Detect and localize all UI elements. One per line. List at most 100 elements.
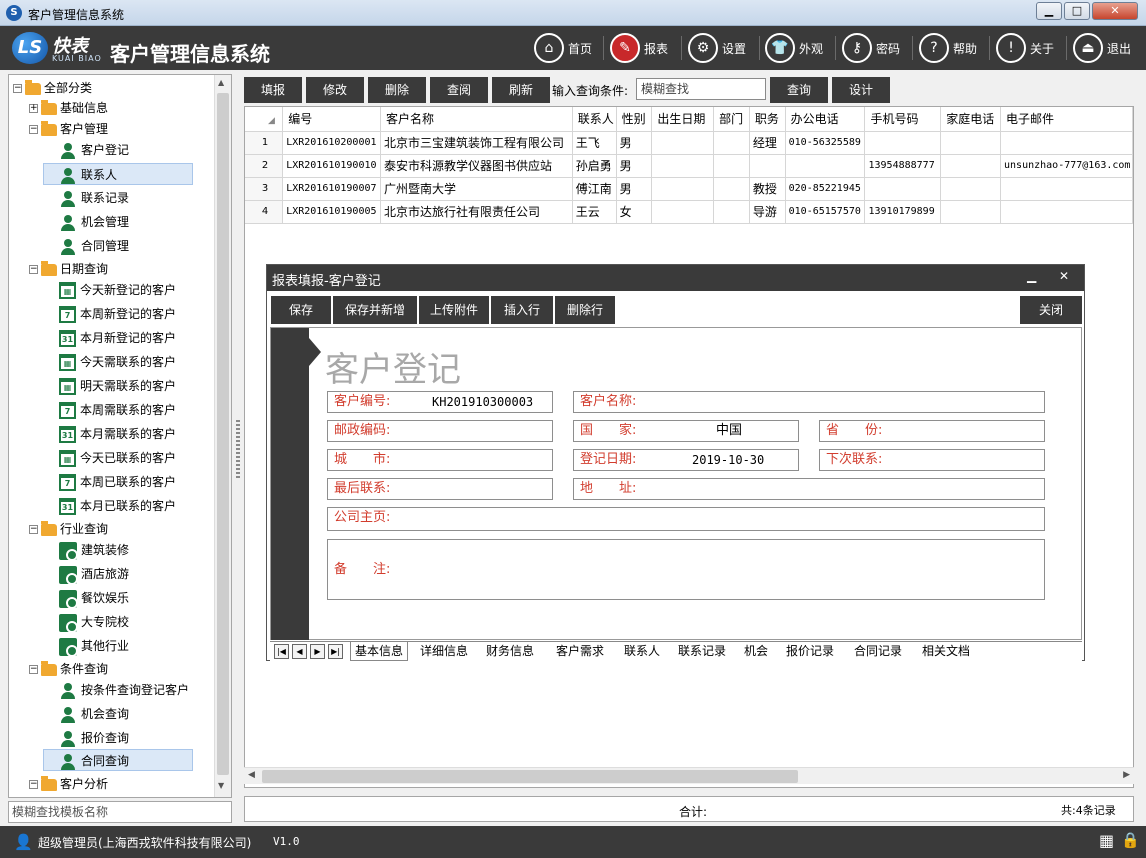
address-field[interactable]: 地 址: — [573, 478, 1045, 500]
insert-row-button[interactable]: 插入行 — [491, 296, 553, 324]
tree-date-item[interactable]: 7 本周需联系的客户 — [59, 399, 176, 421]
search-button[interactable]: 查询 — [770, 77, 828, 103]
cell[interactable]: 女 — [616, 200, 653, 224]
panel-splitter[interactable] — [236, 420, 240, 480]
tree-industry-item[interactable]: 餐饮娱乐 — [59, 587, 129, 609]
exit-button[interactable]: ⏏ 退出 — [1073, 32, 1131, 64]
country-field[interactable]: 国 家: 中国 — [573, 420, 799, 442]
postal-code-field[interactable]: 邮政编码: — [327, 420, 553, 442]
cell[interactable]: 傅江南 — [572, 177, 617, 201]
table-scroll-thumb[interactable] — [262, 770, 798, 783]
tree-customer-mgmt[interactable]: − 客户管理 — [29, 118, 108, 140]
cell[interactable]: 020-85221945 — [785, 177, 866, 201]
tree-item-customer-register[interactable]: 客户登记 — [59, 139, 129, 161]
tab-contract-records[interactable]: 合同记录 — [850, 642, 906, 661]
tree-industry-item[interactable]: 大专院校 — [59, 611, 129, 633]
template-search-input[interactable]: 模糊查找模板名称 — [8, 801, 232, 823]
cell[interactable]: 男 — [616, 177, 653, 201]
cell[interactable]: 13910179899 — [864, 200, 942, 224]
tab-basic-info[interactable]: 基本信息 — [350, 642, 409, 661]
tree-condition-item[interactable]: 机会查询 — [59, 703, 129, 725]
tree-date-item[interactable]: 31 本月已联系的客户 — [59, 495, 176, 517]
tree-basic-info[interactable]: + 基础信息 — [29, 97, 108, 119]
cell[interactable] — [940, 154, 1002, 178]
cell[interactable] — [713, 154, 750, 178]
column-header[interactable]: 手机号码 — [864, 107, 942, 132]
scroll-right-icon[interactable]: ▶ — [1123, 770, 1130, 780]
tree-condition-item[interactable]: 报价查询 — [59, 727, 129, 749]
tab-finance-info[interactable]: 财务信息 — [482, 642, 538, 661]
save-button[interactable]: 保存 — [271, 296, 331, 324]
dialog-close-button[interactable]: 关闭 — [1020, 296, 1082, 324]
cell[interactable]: LXR201610190005 — [282, 200, 382, 224]
cell[interactable]: 男 — [616, 154, 653, 178]
cell[interactable] — [651, 200, 715, 224]
edit-button[interactable]: 修改 — [306, 77, 364, 103]
view-button[interactable]: 查阅 — [430, 77, 488, 103]
cell[interactable]: 泰安市科源教学仪器图书供应站 — [380, 154, 573, 178]
city-field[interactable]: 城 市: — [327, 449, 553, 471]
cell[interactable]: 010-56325589 — [785, 131, 866, 155]
cell[interactable] — [1000, 177, 1133, 201]
cell[interactable] — [1000, 200, 1133, 224]
cell[interactable]: 010-65157570 — [785, 200, 866, 224]
column-header[interactable]: 客户名称 — [380, 107, 573, 132]
delete-row-button[interactable]: 删除行 — [555, 296, 615, 324]
cell[interactable]: 教授 — [749, 177, 786, 201]
tab-opportunity[interactable]: 机会 — [740, 642, 772, 661]
cell[interactable] — [713, 177, 750, 201]
collapse-icon[interactable]: − — [13, 84, 22, 93]
collapse-icon[interactable]: − — [29, 125, 38, 134]
cell[interactable] — [651, 154, 715, 178]
tree-date-item[interactable]: 31 本月需联系的客户 — [59, 423, 176, 445]
tree-date-item[interactable]: ▦ 今天已联系的客户 — [59, 447, 176, 469]
appearance-button[interactable]: 👕 外观 — [765, 32, 823, 64]
column-header[interactable]: 联系人 — [572, 107, 617, 132]
cell[interactable] — [651, 131, 715, 155]
tree-date-item[interactable]: ▦ 明天需联系的客户 — [59, 375, 176, 397]
lock-icon[interactable]: 🔒 — [1121, 831, 1140, 849]
cell[interactable] — [1000, 131, 1133, 155]
collapse-icon[interactable]: − — [29, 525, 38, 534]
tab-customer-needs[interactable]: 客户需求 — [552, 642, 608, 661]
dialog-close-icon[interactable]: ✕ — [1059, 269, 1069, 283]
cell[interactable]: 王云 — [572, 200, 617, 224]
cell[interactable]: unsunzhao-777@163.com — [1000, 154, 1133, 178]
cell[interactable]: 经理 — [749, 131, 786, 155]
close-window-button[interactable]: ✕ — [1092, 2, 1138, 20]
column-header[interactable]: 职务 — [749, 107, 786, 132]
prev-tab-icon[interactable]: ◀ — [292, 644, 307, 659]
tree-condition-item[interactable]: 按条件查询登记客户 — [59, 679, 189, 701]
tab-detail-info[interactable]: 详细信息 — [416, 642, 472, 661]
tree-date-item[interactable]: ▦ 今天新登记的客户 — [59, 279, 176, 301]
cell[interactable]: 导游 — [749, 200, 786, 224]
scroll-left-icon[interactable]: ◀ — [248, 770, 255, 780]
cell[interactable]: 男 — [616, 131, 653, 155]
cell[interactable] — [785, 154, 866, 178]
table-row[interactable]: 1 LXR201610200001 北京市三宝建筑装饰工程有限公司 王飞 男 经… — [245, 131, 1133, 155]
help-button[interactable]: ? 帮助 — [919, 32, 977, 64]
column-header[interactable]: 家庭电话 — [940, 107, 1002, 132]
table-row[interactable]: 4 LXR201610190005 北京市达旅行社有限责任公司 王云 女 导游 … — [245, 200, 1133, 224]
cell[interactable] — [651, 177, 715, 201]
save-new-button[interactable]: 保存并新增 — [333, 296, 417, 324]
tree-item-contact-records[interactable]: 联系记录 — [59, 187, 129, 209]
next-tab-icon[interactable]: ▶ — [310, 644, 325, 659]
tree-item-contract[interactable]: 合同管理 — [59, 235, 129, 257]
cell[interactable]: LXR201610190010 — [282, 154, 382, 178]
cell[interactable] — [864, 131, 942, 155]
column-header[interactable]: 办公电话 — [785, 107, 866, 132]
column-header[interactable]: 编号 — [282, 107, 382, 132]
dialog-minimize-icon[interactable]: ▁ — [1027, 269, 1036, 283]
cell[interactable]: 北京市达旅行社有限责任公司 — [380, 200, 573, 224]
collapse-icon[interactable]: − — [29, 265, 38, 274]
tree-industry-item[interactable]: 其他行业 — [59, 635, 129, 657]
scroll-down-icon[interactable]: ▼ — [218, 781, 224, 790]
table-hscrollbar[interactable]: ◀ ▶ — [244, 767, 1134, 784]
design-button[interactable]: 设计 — [832, 77, 890, 103]
fill-button[interactable]: 填报 — [244, 77, 302, 103]
table-row[interactable]: 3 LXR201610190007 广州暨南大学 傅江南 男 教授 020-85… — [245, 177, 1133, 201]
report-button[interactable]: ✎ 报表 — [610, 32, 668, 64]
cell[interactable]: 广州暨南大学 — [380, 177, 573, 201]
cell[interactable] — [864, 177, 942, 201]
